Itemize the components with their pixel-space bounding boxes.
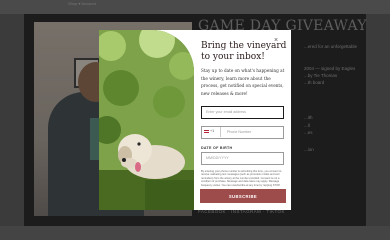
background-text-line: ...ion — [304, 147, 314, 152]
background-text-line: ...th board — [304, 80, 325, 85]
modal-description: Stay up to date on what's happening at t… — [201, 68, 285, 96]
background-top-bar: Shop ▾ Account — [0, 0, 390, 14]
phone-field-divider — [220, 127, 221, 137]
modal-title: Bring the vineyard to your inbox! — [201, 41, 287, 62]
background-text-line: ...ll — [304, 123, 310, 128]
dog-photo — [99, 30, 194, 210]
dob-label: DATE OF BIRTH — [201, 146, 233, 150]
background-top-bar-text: Shop ▾ Account — [68, 1, 96, 6]
background-text-line: 2004 — signed by Eagles — [304, 66, 356, 71]
subscribe-button[interactable]: SUBSCRIBE — [200, 189, 286, 203]
background-text-line: ...by Tie Thomas — [304, 73, 338, 78]
background-text-line: ...ith — [304, 115, 313, 120]
background-bottom-bar — [0, 226, 390, 240]
country-code: +1 — [210, 129, 215, 133]
sms-consent-disclaimer: By entering your phone number & submitti… — [201, 170, 282, 187]
country-code-select[interactable]: +1 — [204, 129, 214, 133]
background-text-line: ...ered for an unforgettable — [304, 44, 358, 49]
us-flag-icon — [204, 129, 209, 133]
background-text-line: ...es — [304, 130, 313, 135]
dob-field[interactable]: MM/DD/YYYY — [201, 152, 284, 165]
email-field[interactable]: Enter your email address — [201, 106, 284, 119]
